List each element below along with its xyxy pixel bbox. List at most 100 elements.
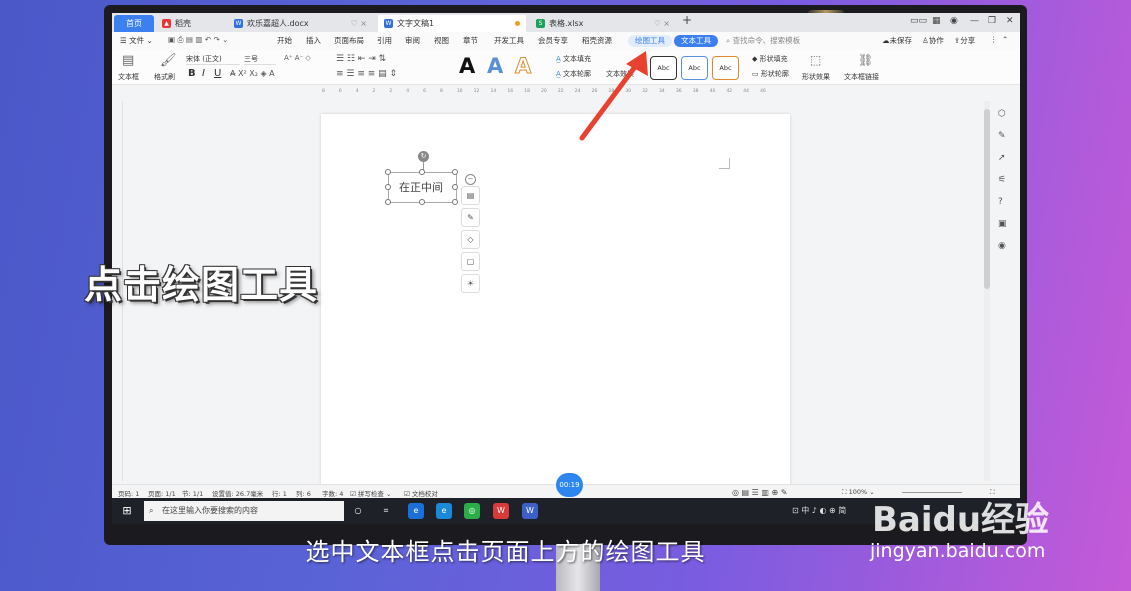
text-box[interactable]: 在正中间 [385, 169, 458, 205]
menu-review[interactable]: 审阅 [405, 35, 420, 46]
resize-handle[interactable] [385, 184, 391, 190]
edge-icon[interactable]: e [408, 503, 424, 519]
close-icon[interactable]: ♡ × [351, 19, 367, 28]
settings-sliders-icon[interactable]: ⚟ [998, 175, 1006, 185]
resize-handle[interactable] [452, 169, 458, 175]
menu-view[interactable]: 视图 [434, 35, 449, 46]
tab-doc-active[interactable]: W 文字文稿1 [378, 15, 526, 32]
menu-dev-tools[interactable]: 开发工具 [494, 35, 524, 46]
more-icon[interactable]: ⋮ [990, 35, 998, 44]
menu-chapter[interactable]: 章节 [463, 35, 478, 46]
list-icons[interactable]: ☰ ☷ ⇤ ⇥ ⇅ [336, 54, 386, 64]
bold-button[interactable]: B [188, 68, 196, 79]
menu-docer-resources[interactable]: 稻壳资源 [582, 35, 612, 46]
tab-docer[interactable]: ▲ 稻壳 [156, 15, 226, 32]
close-window-icon[interactable]: ✕ [1006, 16, 1014, 26]
resize-handle[interactable] [419, 199, 425, 205]
shapes-icon[interactable]: ⬡ [998, 109, 1006, 119]
share-button[interactable]: ⇪分享 [954, 35, 975, 46]
layout-icon[interactable]: ▭▭ [910, 16, 927, 26]
rotate-handle-icon[interactable]: ↻ [418, 151, 429, 162]
zoom-level[interactable]: ⛶ 100% ⌄ [842, 488, 875, 497]
minimize-icon[interactable]: — [970, 16, 979, 26]
new-tab-button[interactable]: + [682, 13, 692, 27]
textbox-button[interactable]: 文本框 [118, 72, 139, 82]
italic-button[interactable]: I [202, 68, 205, 79]
text-tools-tab[interactable]: 文本工具 [674, 35, 718, 47]
file-menu[interactable]: ☰ 文件 ⌄ [120, 35, 153, 46]
word-app-icon[interactable]: W [522, 503, 538, 519]
collapse-icon[interactable]: − [465, 174, 476, 185]
resize-handle[interactable] [419, 169, 425, 175]
quick-access-icons[interactable]: ▣ ⎙ ▤ ▥ ↶ ↷ ⌄ [168, 35, 228, 45]
drawing-tools-tab[interactable]: 绘图工具 [628, 35, 672, 47]
font-size-select[interactable]: 三号 [244, 54, 276, 65]
tab-sheet[interactable]: S 表格.xlsx ♡ × [530, 15, 676, 32]
font-format-icons[interactable]: A̶ X² X₂ ◈ A [230, 69, 275, 78]
font-grow-shrink-icons[interactable]: A⁺ A⁻ ◇ [284, 54, 311, 62]
grid-icon[interactable]: ▦ [932, 16, 941, 26]
windows-start-icon[interactable]: ⊞ [119, 503, 135, 519]
location-icon[interactable]: ◉ [998, 241, 1006, 251]
textbox-link-button[interactable]: 文本框链接 [844, 72, 879, 82]
text-fill-button[interactable]: A̲ 文本填充 [556, 54, 591, 64]
taskbar-search-input[interactable]: ⌕ 在这里输入你要搜索的内容 [144, 501, 344, 521]
avatar[interactable]: ◉ [950, 16, 958, 26]
restore-icon[interactable]: ❐ [988, 16, 996, 26]
underline-button[interactable]: U [214, 68, 221, 79]
resize-handle[interactable] [452, 184, 458, 190]
view-mode-icons[interactable]: ◎ ▤ ☰ ▥ ⊕ ✎ [732, 488, 787, 497]
wechat-icon[interactable]: ◎ [464, 503, 480, 519]
system-tray[interactable]: ⊡ 中 ♪ ◐ ⊕ 简 [792, 505, 846, 516]
unsaved-button[interactable]: ☁未保存 [882, 35, 912, 46]
text-style-orange[interactable]: A [514, 54, 531, 79]
proof-button[interactable]: ☑ 文档校对 [404, 488, 438, 498]
text-style-blue[interactable]: A [487, 54, 503, 78]
crop-frame-icon[interactable]: ▢ [461, 252, 480, 271]
wps-icon[interactable]: W [493, 503, 509, 519]
menu-page-layout[interactable]: 页面布局 [334, 35, 364, 46]
ruler-tick-label: 4 [355, 89, 359, 94]
menu-start[interactable]: 开始 [277, 35, 292, 46]
tab-home[interactable]: 首页 [114, 15, 154, 32]
text-style-black[interactable]: A [459, 54, 475, 78]
collab-button[interactable]: ♙协作 [922, 35, 944, 46]
document-page[interactable]: ↻ 在正中间 − ▤ ✎ ◇ ▢ ☀ [321, 114, 790, 494]
shape-fill-icon[interactable]: ◇ [461, 230, 480, 249]
align-icons[interactable]: ≡ ☰ ≡ ≡ ▤ ⇕ [336, 69, 397, 79]
layout-option-icon[interactable]: ▤ [461, 186, 480, 205]
resize-handle[interactable] [385, 169, 391, 175]
text-effect-button[interactable]: 文本效果 [606, 69, 634, 79]
close-icon[interactable]: ♡ × [654, 19, 670, 28]
text-box-content[interactable]: 在正中间 [399, 179, 443, 195]
shape-style-3[interactable]: Abc [712, 56, 739, 80]
shape-effect-button[interactable]: 形状效果 [802, 72, 830, 82]
resize-handle[interactable] [385, 199, 391, 205]
shape-outline-button[interactable]: ▭ 形状轮廓 [752, 69, 789, 79]
command-search[interactable]: ⌕ 查找命令、搜索模板 [726, 35, 800, 46]
pen-icon[interactable]: ✎ [998, 131, 1006, 141]
select-icon[interactable]: ➚ [998, 153, 1006, 163]
format-painter-button[interactable]: 格式刷 [154, 72, 175, 82]
font-name-select[interactable]: 宋体 (正文) [186, 54, 240, 65]
shape-style-2[interactable]: Abc [681, 56, 708, 80]
task-view-icon[interactable]: ○ [350, 503, 366, 519]
menu-reference[interactable]: 引用 [377, 35, 392, 46]
multitask-icon[interactable]: ⌗ [378, 503, 394, 519]
edge-alt-icon[interactable]: e [436, 503, 452, 519]
resize-handle[interactable] [452, 199, 458, 205]
lightbulb-icon[interactable]: ☀ [461, 274, 480, 293]
pen-icon[interactable]: ✎ [461, 208, 480, 227]
vertical-scrollbar[interactable] [984, 101, 990, 481]
spell-check-button[interactable]: ☑ 拼写检查 ⌄ [350, 488, 391, 498]
tab-doc-huanle[interactable]: W 欢乐嘉超人.docx ♡ × [228, 15, 373, 32]
text-outline-button[interactable]: A̲ 文本轮廓 [556, 69, 591, 79]
collapse-ribbon-icon[interactable]: ⌃ [1002, 35, 1008, 44]
storage-icon[interactable]: ▣ [998, 219, 1007, 229]
help-icon[interactable]: ? [998, 197, 1003, 207]
shape-style-1[interactable]: Abc [650, 56, 677, 80]
shape-fill-button[interactable]: ◆ 形状填充 [752, 54, 788, 64]
scroll-thumb[interactable] [984, 109, 990, 289]
menu-member[interactable]: 会员专享 [538, 35, 568, 46]
menu-insert[interactable]: 插入 [306, 35, 321, 46]
